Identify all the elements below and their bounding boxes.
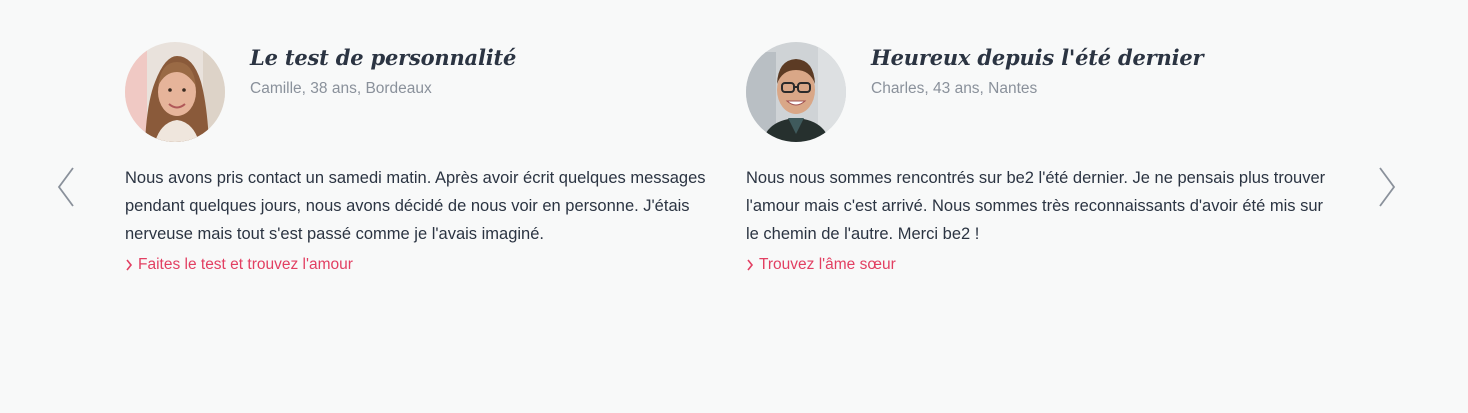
testimonial-cta-link[interactable]: Trouvez l'âme sœur xyxy=(746,252,896,278)
avatar xyxy=(125,42,225,142)
testimonial-text: Nous avons pris contact un samedi matin.… xyxy=(125,169,706,243)
chevron-right-icon xyxy=(747,259,754,271)
testimonial-cta-label: Trouvez l'âme sœur xyxy=(759,256,896,273)
carousel-next-button[interactable] xyxy=(1376,165,1398,209)
testimonial-cta-link[interactable]: Faites le test et trouvez l'amour xyxy=(125,252,353,278)
avatar xyxy=(746,42,846,142)
testimonial-author: Charles, 43 ans, Nantes xyxy=(871,80,1038,97)
testimonial-carousel: Le test de personnalité Camille, 38 ans,… xyxy=(0,0,1468,413)
woman-portrait-photo xyxy=(125,42,225,142)
testimonial-header: Heureux depuis l'été dernier Charles, 43… xyxy=(746,42,1326,142)
chevron-right-icon xyxy=(126,259,133,271)
carousel-prev-button[interactable] xyxy=(55,165,77,209)
man-portrait-photo xyxy=(746,42,846,142)
testimonial-header: Le test de personnalité Camille, 38 ans,… xyxy=(125,42,705,142)
testimonial-card: Heureux depuis l'été dernier Charles, 43… xyxy=(746,42,1326,278)
testimonial-cta-label: Faites le test et trouvez l'amour xyxy=(138,256,353,273)
testimonial-title: Heureux depuis l'été dernier xyxy=(871,45,1204,70)
chevron-left-icon xyxy=(57,167,74,207)
testimonial-author: Camille, 38 ans, Bordeaux xyxy=(250,80,432,97)
chevron-right-icon xyxy=(1379,167,1396,207)
testimonial-title: Le test de personnalité xyxy=(250,45,517,70)
testimonial-text: Nous nous sommes rencontrés sur be2 l'ét… xyxy=(746,169,1326,243)
testimonial-card: Le test de personnalité Camille, 38 ans,… xyxy=(125,42,706,278)
